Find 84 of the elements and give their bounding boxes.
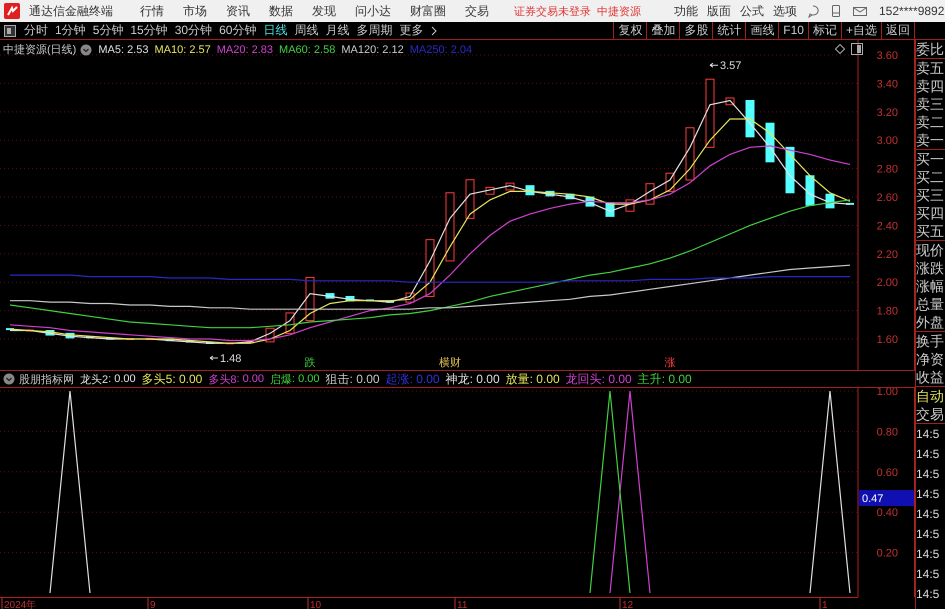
axis-label: 0.20	[876, 548, 898, 560]
signal-label: 涨	[664, 357, 676, 369]
legend-name: MA5	[98, 44, 121, 56]
legend-item: 放量: 0.00	[506, 370, 560, 388]
axis-label: 3.40	[876, 78, 898, 90]
legend-item: 狙击: 0.00	[326, 370, 380, 388]
date-label: 2024年	[4, 600, 36, 609]
legend-value: : 2.57	[183, 44, 211, 56]
legend-name: MA20	[216, 44, 246, 56]
quote-label: 涨跌	[916, 259, 945, 277]
legend-value: : 0.00	[108, 373, 136, 385]
trade-time: 14:5	[916, 546, 940, 563]
quote-label: 总量	[916, 295, 945, 313]
axis-label: 2.20	[876, 248, 898, 261]
quote-label: 卖二	[916, 113, 945, 131]
quote-label: 换手	[916, 332, 945, 350]
quote-label: 买三	[916, 186, 945, 204]
legend-item: 主升: 0.00	[638, 370, 692, 388]
trade-time: 14:5	[916, 466, 940, 483]
quote-label: 现价	[916, 241, 945, 259]
legend-name: 多头8	[208, 372, 236, 386]
trade-time: 14:5	[916, 446, 940, 463]
axis-label: 2.00	[876, 277, 898, 290]
trade-time: 14:5	[916, 566, 940, 583]
trade-time: 14:5	[916, 586, 940, 603]
axis-label: 1.60	[876, 334, 898, 346]
quote-label: 外盘	[916, 313, 945, 331]
legend-value: : 2.83	[246, 44, 274, 56]
legend-item: 多头5: 0.00	[142, 370, 202, 388]
value-marker: 0.47	[859, 490, 914, 506]
legend-value: : 0.00	[236, 373, 264, 385]
date-label: 10	[310, 600, 322, 609]
indicator-title: 股朋指标网	[19, 372, 74, 386]
quote-label: 卖一	[916, 131, 945, 149]
axis-label: 3.20	[876, 106, 898, 119]
trade-time: 14:5	[916, 426, 940, 443]
legend-value: : 2.53	[120, 44, 148, 56]
axis-label: 0.40	[876, 507, 898, 520]
legend-item: 起涨: 0.00	[386, 370, 440, 388]
quote-label: 买一	[916, 150, 945, 168]
quote-label: 收益	[916, 368, 945, 386]
quote-label: 卖三	[916, 95, 945, 113]
axis-label: 2.40	[876, 220, 898, 232]
legend-name: 龙头2	[80, 372, 108, 386]
axis-label: 3.00	[876, 135, 898, 148]
date-label: 1	[822, 600, 828, 609]
legend-name: MA250	[410, 44, 445, 56]
trade-time: 14:5	[916, 526, 940, 543]
quote-label: 净资	[916, 350, 945, 368]
legend-item: 神龙: 0.00	[446, 370, 500, 388]
axis-label: 2.60	[876, 192, 898, 204]
legend-item: 龙回头: 0.00	[566, 370, 632, 388]
legend-name: MA60	[279, 44, 308, 56]
chart-title: 中捷资源(日线)	[3, 43, 76, 57]
date-label: 11	[457, 600, 468, 609]
axis-label: 0.80	[876, 426, 898, 438]
legend-name: 启爆	[270, 372, 292, 386]
axis-label: 0.60	[876, 466, 898, 479]
quote-label: 委比	[916, 40, 945, 58]
date-label: 12	[622, 600, 634, 609]
status-text: 证券交易未登录	[514, 4, 591, 18]
legend-value: : 0.00	[292, 373, 320, 385]
quote-label: 买五	[916, 222, 945, 240]
status-text: 中捷资源	[597, 4, 641, 18]
legend-value: : 2.04	[444, 44, 472, 56]
quote-label: 买二	[916, 168, 945, 186]
legend-name: MA120	[341, 44, 376, 56]
legend-name: MA10	[154, 44, 184, 56]
axis-label: 1.80	[876, 306, 898, 318]
signal-label: 横财	[439, 357, 461, 369]
date-label: 9	[150, 600, 156, 609]
trade-time: 14:5	[916, 506, 940, 523]
quote-label: 涨幅	[916, 277, 945, 295]
quote-label: 卖五	[916, 59, 945, 77]
legend-value: : 2.12	[376, 44, 404, 56]
legend-value: : 2.58	[308, 44, 336, 56]
axis-label: 3.60	[876, 50, 898, 62]
app-name: 通达信金融终端	[29, 2, 113, 20]
trade-label: 交易	[916, 405, 945, 423]
trade-time: 14:5	[916, 486, 940, 503]
quote-label: 卖四	[916, 77, 945, 95]
signal-label: 跌	[304, 357, 316, 369]
axis-label: 2.80	[876, 164, 898, 176]
quote-label: 买四	[916, 204, 945, 222]
